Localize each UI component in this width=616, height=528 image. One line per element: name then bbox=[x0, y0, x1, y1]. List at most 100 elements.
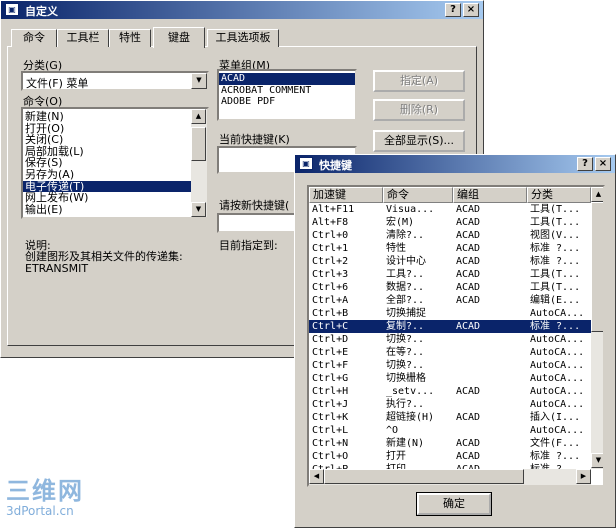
table-row[interactable]: Ctrl+6 数据?.. ACAD 工具(T... bbox=[309, 281, 591, 294]
scroll-thumb[interactable] bbox=[191, 127, 206, 161]
table-row[interactable]: Alt+F11 Visua... ACAD 工具(T... bbox=[309, 203, 591, 216]
group-cell: ACAD bbox=[456, 451, 481, 462]
table-row[interactable]: Ctrl+L ^O AutoCA... bbox=[309, 424, 591, 437]
ok-button[interactable]: 确定 bbox=[416, 492, 492, 516]
assign-button[interactable]: 指定(A) bbox=[373, 70, 465, 92]
table-row[interactable]: Ctrl+O 打开 ACAD 标准 ?... bbox=[309, 450, 591, 463]
table-row[interactable]: Ctrl+0 清除?.. ACAD 视图(V... bbox=[309, 229, 591, 242]
command-cell: 数据?.. bbox=[386, 282, 425, 293]
table-row[interactable]: Ctrl+A 全部?.. ACAD 编辑(E... bbox=[309, 294, 591, 307]
table-row[interactable]: Alt+F8 宏(M) ACAD 工具(T... bbox=[309, 216, 591, 229]
table-row[interactable]: Ctrl+2 设计中心 ACAD 标准 ?... bbox=[309, 255, 591, 268]
commands-list[interactable]: 新建(N) 打开(O) 关闭(C) 局部加载(L) 保存(S) 另存为(A) 电子传递(T)… bbox=[21, 107, 209, 219]
close-button[interactable]: × bbox=[463, 3, 479, 17]
group-cell: ACAD bbox=[456, 230, 481, 241]
chevron-down-icon[interactable]: ▼ bbox=[191, 73, 207, 89]
watermark-title: 三维网 bbox=[6, 477, 84, 505]
scroll-thumb[interactable] bbox=[591, 202, 603, 332]
table-row[interactable]: Ctrl+1 特性 ACAD 标准 ?... bbox=[309, 242, 591, 255]
accelerator-cell: Ctrl+C bbox=[312, 321, 349, 332]
show-all-button[interactable]: 全部显示(S)... bbox=[373, 130, 465, 152]
accelerator-cell: Ctrl+G bbox=[312, 373, 349, 384]
command-cell: 切换捕捉 bbox=[386, 308, 426, 319]
group-cell: ACAD bbox=[456, 204, 481, 215]
table-row[interactable]: Ctrl+B 切换捕捉 AutoCA... bbox=[309, 307, 591, 320]
command-cell: 新建(N) bbox=[386, 438, 425, 449]
scroll-up-icon[interactable]: ▲ bbox=[591, 187, 603, 202]
accelerator-cell: Alt+F11 bbox=[312, 204, 355, 215]
menu-group-item[interactable]: ACAD bbox=[219, 73, 355, 85]
category-cell: 编辑(E... bbox=[530, 295, 581, 306]
command-cell: 打开 bbox=[386, 451, 406, 462]
vertical-scrollbar[interactable]: ▲ ▼ bbox=[591, 187, 603, 469]
shortcut-titlebar[interactable]: ▣ 快捷键 ? × bbox=[295, 155, 615, 173]
table-row[interactable]: Ctrl+K 超链接(H) ACAD 插入(I... bbox=[309, 411, 591, 424]
table-row[interactable]: Ctrl+N 新建(N) ACAD 文件(F... bbox=[309, 437, 591, 450]
remove-button[interactable]: 删除(R) bbox=[373, 99, 465, 121]
table-row[interactable]: Ctrl+H _setv... ACAD AutoCA... bbox=[309, 385, 591, 398]
accelerator-cell: Ctrl+2 bbox=[312, 256, 349, 267]
accelerator-cell: Ctrl+3 bbox=[312, 269, 349, 280]
category-dropdown[interactable]: 文件(F) 菜单 ▼ bbox=[21, 71, 209, 91]
group-cell: ACAD bbox=[456, 256, 481, 267]
close-button[interactable]: × bbox=[595, 157, 611, 171]
group-cell: ACAD bbox=[456, 282, 481, 293]
category-cell: 标准 ?... bbox=[530, 243, 581, 254]
help-button[interactable]: ? bbox=[577, 157, 593, 171]
group-cell: ACAD bbox=[456, 321, 481, 332]
category-cell: 标准 ?... bbox=[530, 451, 581, 462]
table-row[interactable]: Ctrl+E 在等?.. AutoCA... bbox=[309, 346, 591, 359]
table-row[interactable]: Ctrl+G 切换栅格 AutoCA... bbox=[309, 372, 591, 385]
horizontal-scrollbar[interactable]: ◀ ▶ bbox=[309, 469, 591, 485]
menu-group-item[interactable]: ACROBAT COMMENT bbox=[219, 85, 355, 97]
command-item[interactable]: 输出(E) bbox=[23, 204, 191, 216]
description-text: 创建图形及其相关文件的传递集: ETRANSMIT bbox=[25, 250, 183, 275]
app-icon: ▣ bbox=[5, 3, 19, 16]
menu-group-list[interactable]: ACAD ACROBAT COMMENT ADOBE PDF bbox=[217, 69, 357, 121]
command-item[interactable]: 另存为(A) bbox=[23, 169, 191, 181]
command-item[interactable]: 新建(N) bbox=[23, 111, 191, 123]
table-row[interactable]: Ctrl+3 工具?.. ACAD 工具(T... bbox=[309, 268, 591, 281]
column-header-accelerator[interactable]: 加速键 bbox=[309, 187, 383, 203]
group-cell: ACAD bbox=[456, 243, 481, 254]
scroll-left-icon[interactable]: ◀ bbox=[309, 469, 324, 484]
tab-tool-palettes[interactable]: 工具选项板 bbox=[207, 29, 279, 47]
table-row[interactable]: Ctrl+C 复制?.. ACAD 标准 ?... bbox=[309, 320, 591, 333]
command-cell: 设计中心 bbox=[386, 256, 426, 267]
scroll-hthumb[interactable] bbox=[324, 469, 524, 484]
scroll-right-icon[interactable]: ▶ bbox=[576, 469, 591, 484]
help-button[interactable]: ? bbox=[445, 3, 461, 17]
tab-properties[interactable]: 特性 bbox=[109, 29, 151, 47]
category-cell: AutoCA... bbox=[530, 373, 585, 384]
category-cell: AutoCA... bbox=[530, 386, 585, 397]
column-header-group[interactable]: 编组 bbox=[453, 187, 527, 203]
scroll-down-icon[interactable]: ▼ bbox=[191, 202, 206, 217]
command-cell: 宏(M) bbox=[386, 217, 415, 228]
table-row[interactable]: Ctrl+J 执行?.. AutoCA... bbox=[309, 398, 591, 411]
column-header-command[interactable]: 命令 bbox=[383, 187, 453, 203]
accelerator-cell: Ctrl+N bbox=[312, 438, 349, 449]
menu-group-item[interactable]: ADOBE PDF bbox=[219, 96, 355, 108]
scroll-down-icon[interactable]: ▼ bbox=[591, 453, 603, 468]
accelerator-cell: Ctrl+6 bbox=[312, 282, 349, 293]
scroll-up-icon[interactable]: ▲ bbox=[191, 109, 206, 124]
category-cell: AutoCA... bbox=[530, 360, 585, 371]
shortcut-title: 快捷键 bbox=[319, 159, 352, 172]
column-header-category[interactable]: 分类 bbox=[527, 187, 591, 203]
command-item[interactable]: 网上发布(W) bbox=[23, 192, 191, 204]
table-row[interactable]: Ctrl+F 切换?.. AutoCA... bbox=[309, 359, 591, 372]
customize-titlebar[interactable]: ▣ 自定义 ? × bbox=[1, 1, 483, 19]
table-row[interactable]: Ctrl+D 切换?.. AutoCA... bbox=[309, 333, 591, 346]
tab-commands[interactable]: 命令 bbox=[11, 29, 57, 47]
tab-keyboard[interactable]: 键盘 bbox=[153, 27, 205, 48]
app-icon: ▣ bbox=[299, 157, 313, 170]
command-cell: _setv... bbox=[386, 386, 435, 397]
shortcut-table: 加速键 命令 编组 分类 Alt+F11 Visua... ACAD 工具(T... A… bbox=[307, 185, 605, 487]
command-cell: 切换?.. bbox=[386, 334, 425, 345]
category-cell: 工具(T... bbox=[530, 217, 581, 228]
commands-scrollbar[interactable]: ▲ ▼ bbox=[191, 109, 207, 217]
watermark-url: 3dPortal.cn bbox=[6, 504, 74, 518]
tab-toolbars[interactable]: 工具栏 bbox=[57, 29, 109, 47]
category-cell: 视图(V... bbox=[530, 230, 581, 241]
accelerator-cell: Ctrl+H bbox=[312, 386, 349, 397]
